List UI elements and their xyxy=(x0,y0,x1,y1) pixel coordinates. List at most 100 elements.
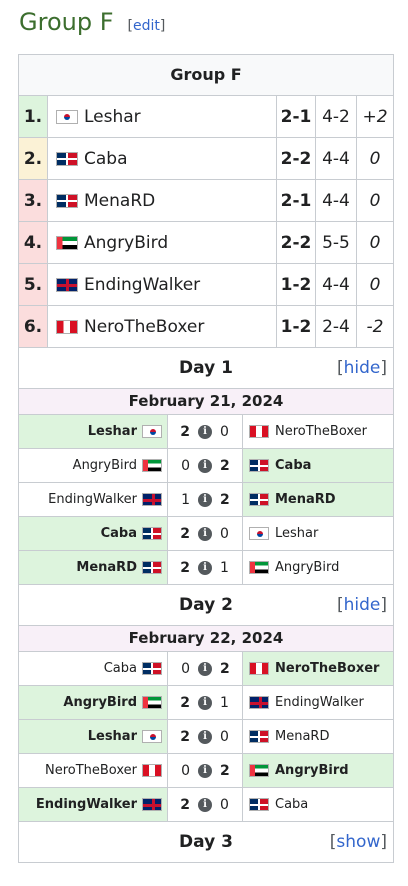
standing-player-name[interactable]: AngryBird xyxy=(84,233,168,253)
match-player-1[interactable]: MenaRD xyxy=(19,551,168,584)
match-row: EndingWalker 1 i 2 MenaRD xyxy=(19,483,393,517)
match-row: NeroTheBoxer 0 i 2 AngryBird xyxy=(19,754,393,788)
edit-link-wrapper: [edit] xyxy=(127,18,166,34)
match-player-1-name[interactable]: Caba xyxy=(104,661,137,676)
match-player-1[interactable]: NeroTheBoxer xyxy=(19,754,168,787)
match-row: Caba 2 i 0 Leshar xyxy=(19,517,393,551)
standing-rank: 6. xyxy=(19,306,48,347)
match-player-2[interactable]: EndingWalker xyxy=(243,686,393,719)
edit-link[interactable]: edit xyxy=(133,18,160,34)
flag-do-icon xyxy=(249,798,269,811)
match-player-2[interactable]: MenaRD xyxy=(243,483,393,516)
day-toggle-link[interactable]: hide xyxy=(344,358,381,378)
match-player-1[interactable]: Caba xyxy=(19,517,168,550)
standing-match-score: 2-1 xyxy=(277,180,316,221)
standing-player[interactable]: Leshar xyxy=(48,96,277,137)
info-icon[interactable]: i xyxy=(198,729,212,744)
match-player-1[interactable]: AngryBird xyxy=(19,686,168,719)
match-player-1-name[interactable]: AngryBird xyxy=(63,695,137,710)
standing-player-name[interactable]: Leshar xyxy=(84,107,141,127)
standing-rank: 3. xyxy=(19,180,48,221)
match-player-1-name[interactable]: Leshar xyxy=(88,729,137,744)
match-player-2-name[interactable]: Leshar xyxy=(275,526,318,541)
match-player-1[interactable]: AngryBird xyxy=(19,449,168,482)
day-toggle-link[interactable]: hide xyxy=(344,595,381,615)
flag-gb-icon xyxy=(249,696,269,709)
match-player-2[interactable]: AngryBird xyxy=(243,551,393,584)
standing-player[interactable]: MenaRD xyxy=(48,180,277,221)
match-player-2[interactable]: Caba xyxy=(243,449,393,482)
match-player-2[interactable]: MenaRD xyxy=(243,720,393,753)
standing-player-name[interactable]: NeroTheBoxer xyxy=(84,317,204,337)
match-player-2[interactable]: Caba xyxy=(243,788,393,821)
match-player-2[interactable]: NeroTheBoxer xyxy=(243,652,393,685)
info-icon[interactable]: i xyxy=(198,797,212,812)
match-player-2[interactable]: AngryBird xyxy=(243,754,393,787)
flag-ae-icon xyxy=(249,764,269,777)
match-row: AngryBird 2 i 1 EndingWalker xyxy=(19,686,393,720)
standing-row: 6. NeroTheBoxer 1-2 2-4 -2 xyxy=(19,306,393,348)
group-title: Group F xyxy=(19,55,393,96)
flag-ae-icon xyxy=(249,561,269,574)
match-score-1: 2 xyxy=(180,559,190,576)
match-row: Leshar 2 i 0 NeroTheBoxer xyxy=(19,415,393,449)
match-player-1-name[interactable]: MenaRD xyxy=(76,560,137,575)
match-player-2-name[interactable]: NeroTheBoxer xyxy=(275,661,379,676)
match-player-1-name[interactable]: NeroTheBoxer xyxy=(45,763,137,778)
standing-diff: +2 xyxy=(362,106,388,127)
match-player-1-name[interactable]: Leshar xyxy=(88,424,137,439)
standing-game-score: 2-4 xyxy=(316,306,357,347)
flag-do-icon xyxy=(249,459,269,472)
info-icon[interactable]: i xyxy=(198,458,212,473)
flag-pe-icon xyxy=(249,662,269,675)
standing-player[interactable]: Caba xyxy=(48,138,277,179)
match-score-1: 2 xyxy=(180,728,190,745)
info-icon[interactable]: i xyxy=(198,424,212,439)
standing-player[interactable]: NeroTheBoxer xyxy=(48,306,277,347)
match-player-2-name[interactable]: EndingWalker xyxy=(275,695,364,710)
match-player-1-name[interactable]: EndingWalker xyxy=(36,797,137,812)
match-player-1[interactable]: Leshar xyxy=(19,415,168,448)
match-player-2-name[interactable]: Caba xyxy=(275,797,308,812)
match-score-2: 0 xyxy=(220,423,229,440)
match-score-2: 2 xyxy=(220,457,230,474)
match-player-2-name[interactable]: Caba xyxy=(275,458,311,473)
standing-player[interactable]: AngryBird xyxy=(48,222,277,263)
day-toggle-link[interactable]: show xyxy=(336,832,380,852)
standing-diff: -2 xyxy=(366,316,384,337)
match-player-1[interactable]: Caba xyxy=(19,652,168,685)
standing-player[interactable]: EndingWalker xyxy=(48,264,277,305)
match-player-1-name[interactable]: AngryBird xyxy=(73,458,137,473)
match-score-1: 1 xyxy=(181,491,190,508)
standing-row: 1. Leshar 2-1 4-2 +2 xyxy=(19,96,393,138)
info-icon[interactable]: i xyxy=(198,492,212,507)
match-player-1[interactable]: Leshar xyxy=(19,720,168,753)
info-icon[interactable]: i xyxy=(198,763,212,778)
match-player-2-name[interactable]: AngryBird xyxy=(275,763,349,778)
standing-player-name[interactable]: Caba xyxy=(84,149,128,169)
match-player-2-name[interactable]: MenaRD xyxy=(275,729,329,744)
match-player-1-name[interactable]: EndingWalker xyxy=(48,492,137,507)
standing-player-name[interactable]: EndingWalker xyxy=(84,275,200,295)
info-icon[interactable]: i xyxy=(198,526,212,541)
match-player-2[interactable]: Leshar xyxy=(243,517,393,550)
match-score: 2i1 xyxy=(168,551,243,584)
match-score-2: 2 xyxy=(220,660,230,677)
info-icon[interactable]: i xyxy=(198,695,212,710)
info-icon[interactable]: i xyxy=(198,661,212,676)
flag-pe-icon xyxy=(56,319,78,334)
standing-player-name[interactable]: MenaRD xyxy=(84,191,155,211)
flag-do-icon xyxy=(56,151,78,166)
match-player-2-name[interactable]: MenaRD xyxy=(275,492,336,507)
match-score: 2i0 xyxy=(168,517,243,550)
info-icon[interactable]: i xyxy=(198,560,212,575)
standing-match-score: 1-2 xyxy=(277,264,316,305)
match-player-2-name[interactable]: NeroTheBoxer xyxy=(275,424,367,439)
match-date: February 22, 2024 xyxy=(19,626,393,652)
match-player-2-name[interactable]: AngryBird xyxy=(275,560,339,575)
match-player-2[interactable]: NeroTheBoxer xyxy=(243,415,393,448)
match-player-1-name[interactable]: Caba xyxy=(101,526,137,541)
match-player-1[interactable]: EndingWalker xyxy=(19,483,168,516)
match-player-1[interactable]: EndingWalker xyxy=(19,788,168,821)
standing-game-score: 5-5 xyxy=(316,222,357,263)
